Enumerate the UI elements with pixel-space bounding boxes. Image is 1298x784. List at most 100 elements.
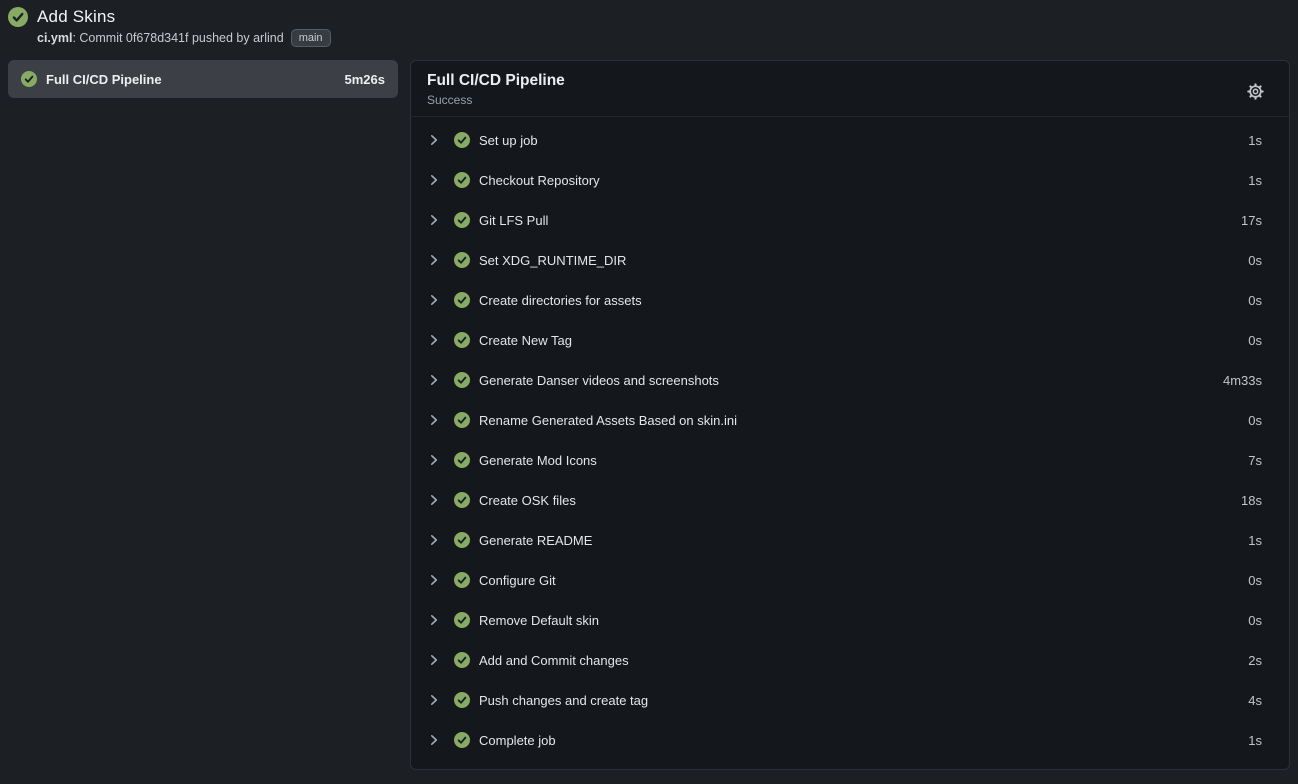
run-status-icon-wrap — [8, 7, 28, 27]
step-duration: 2s — [1248, 653, 1262, 668]
step-row[interactable]: Set up job 1s — [411, 120, 1289, 160]
step-row[interactable]: Complete job 1s — [411, 720, 1289, 760]
check-circle-icon — [454, 172, 470, 188]
check-circle-icon — [454, 292, 470, 308]
step-name: Configure Git — [479, 573, 556, 588]
chevron-right-icon — [427, 453, 441, 467]
step-duration: 0s — [1248, 613, 1262, 628]
check-circle-icon — [454, 532, 470, 548]
chevron-right-icon — [427, 213, 441, 227]
chevron-right-icon — [427, 373, 441, 387]
commit-text: : Commit 0f678d341f pushed by arlind — [72, 31, 283, 45]
step-row[interactable]: Add and Commit changes 2s — [411, 640, 1289, 680]
step-name: Create New Tag — [479, 333, 572, 348]
step-duration: 1s — [1248, 133, 1262, 148]
step-name: Generate README — [479, 533, 592, 548]
chevron-right-icon — [427, 733, 441, 747]
check-circle-icon — [454, 692, 470, 708]
job-panel-title: Full CI/CD Pipeline — [427, 72, 1244, 90]
job-status-text: Success — [427, 93, 1244, 107]
chevron-right-icon — [427, 253, 441, 267]
step-name: Rename Generated Assets Based on skin.in… — [479, 413, 737, 428]
run-title: Add Skins — [37, 7, 115, 27]
step-duration: 0s — [1248, 573, 1262, 588]
step-duration: 4m33s — [1223, 373, 1262, 388]
job-list-sidebar: Full CI/CD Pipeline 5m26s — [8, 60, 398, 98]
step-duration: 18s — [1241, 493, 1262, 508]
check-circle-icon — [454, 132, 470, 148]
check-circle-icon — [454, 572, 470, 588]
run-header: Add Skins ci.yml: Commit 0f678d341f push… — [0, 0, 1298, 47]
step-duration: 1s — [1248, 733, 1262, 748]
step-name: Set up job — [479, 133, 538, 148]
chevron-right-icon — [427, 173, 441, 187]
step-row[interactable]: Create OSK files 18s — [411, 480, 1289, 520]
step-name: Git LFS Pull — [479, 213, 548, 228]
chevron-right-icon — [427, 653, 441, 667]
check-circle-icon — [454, 412, 470, 428]
step-row[interactable]: Generate Mod Icons 7s — [411, 440, 1289, 480]
job-panel: Full CI/CD Pipeline Success — [410, 60, 1290, 770]
chevron-right-icon — [427, 533, 441, 547]
chevron-right-icon — [427, 573, 441, 587]
check-circle-icon — [454, 492, 470, 508]
check-circle-icon — [454, 332, 470, 348]
step-duration: 0s — [1248, 293, 1262, 308]
chevron-right-icon — [427, 493, 441, 507]
step-row[interactable]: Configure Git 0s — [411, 560, 1289, 600]
chevron-right-icon — [427, 293, 441, 307]
step-duration: 1s — [1248, 533, 1262, 548]
step-row[interactable]: Set XDG_RUNTIME_DIR 0s — [411, 240, 1289, 280]
check-circle-icon — [454, 452, 470, 468]
commit-line: ci.yml: Commit 0f678d341f pushed by arli… — [37, 29, 1290, 47]
job-settings-button[interactable] — [1244, 80, 1267, 103]
branch-badge[interactable]: main — [291, 29, 331, 47]
step-duration: 4s — [1248, 693, 1262, 708]
step-row[interactable]: Generate Danser videos and screenshots 4… — [411, 360, 1289, 400]
check-circle-icon — [454, 252, 470, 268]
step-duration: 0s — [1248, 253, 1262, 268]
step-name: Remove Default skin — [479, 613, 599, 628]
step-row[interactable]: Git LFS Pull 17s — [411, 200, 1289, 240]
step-row[interactable]: Push changes and create tag 4s — [411, 680, 1289, 720]
check-circle-icon — [454, 652, 470, 668]
step-row[interactable]: Checkout Repository 1s — [411, 160, 1289, 200]
run-status-check-circle-icon — [8, 7, 28, 27]
step-name: Generate Danser videos and screenshots — [479, 373, 719, 388]
step-name: Create OSK files — [479, 493, 576, 508]
step-duration: 0s — [1248, 333, 1262, 348]
step-row[interactable]: Generate README 1s — [411, 520, 1289, 560]
chevron-right-icon — [427, 133, 441, 147]
steps-list: Set up job 1s Checkout Repository 1s Git… — [411, 117, 1289, 763]
job-panel-header: Full CI/CD Pipeline Success — [411, 61, 1289, 117]
chevron-right-icon — [427, 613, 441, 627]
job-name: Full CI/CD Pipeline — [46, 72, 345, 87]
step-name: Checkout Repository — [479, 173, 600, 188]
step-name: Set XDG_RUNTIME_DIR — [479, 253, 626, 268]
step-name: Generate Mod Icons — [479, 453, 597, 468]
check-circle-icon — [21, 71, 37, 87]
step-row[interactable]: Create New Tag 0s — [411, 320, 1289, 360]
check-circle-icon — [454, 612, 470, 628]
chevron-right-icon — [427, 693, 441, 707]
check-circle-icon — [454, 732, 470, 748]
check-circle-icon — [454, 372, 470, 388]
step-name: Push changes and create tag — [479, 693, 648, 708]
step-row[interactable]: Create directories for assets 0s — [411, 280, 1289, 320]
job-duration: 5m26s — [345, 72, 385, 87]
step-name: Add and Commit changes — [479, 653, 629, 668]
chevron-right-icon — [427, 413, 441, 427]
step-name: Create directories for assets — [479, 293, 642, 308]
step-duration: 7s — [1248, 453, 1262, 468]
step-duration: 1s — [1248, 173, 1262, 188]
step-duration: 17s — [1241, 213, 1262, 228]
step-duration: 0s — [1248, 413, 1262, 428]
workflow-file: ci.yml — [37, 31, 72, 45]
check-circle-icon — [454, 212, 470, 228]
sidebar-job-item[interactable]: Full CI/CD Pipeline 5m26s — [8, 60, 398, 98]
gear-icon — [1246, 82, 1265, 101]
step-name: Complete job — [479, 733, 556, 748]
step-row[interactable]: Remove Default skin 0s — [411, 600, 1289, 640]
step-row[interactable]: Rename Generated Assets Based on skin.in… — [411, 400, 1289, 440]
chevron-right-icon — [427, 333, 441, 347]
